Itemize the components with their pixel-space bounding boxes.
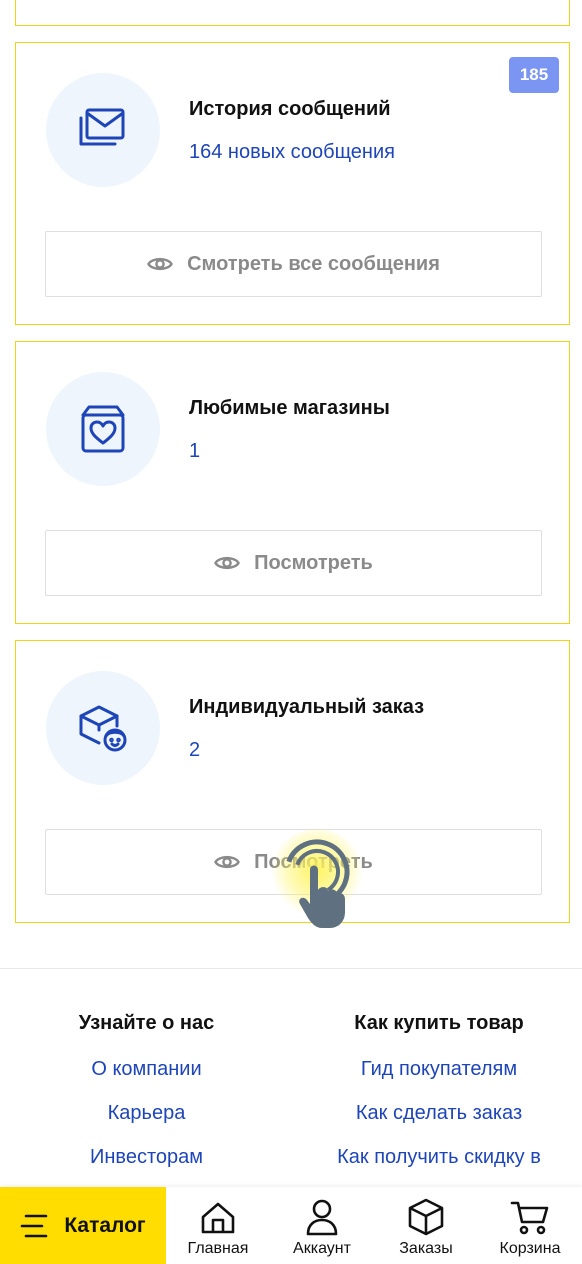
- messages-icon-circle: [46, 73, 160, 187]
- nav-orders[interactable]: Заказы: [374, 1187, 478, 1264]
- favorite-store-icon-circle: [46, 372, 160, 486]
- footer-link-careers[interactable]: Карьера: [15, 1102, 278, 1134]
- messages-icon: [79, 108, 125, 146]
- footer-about-column: Узнайте о нас О компании Карьера Инвесто…: [15, 1012, 278, 1178]
- view-favorite-stores-button[interactable]: Посмотреть: [45, 530, 542, 596]
- custom-order-icon: [79, 705, 127, 752]
- custom-order-card: Индивидуальный заказ 2 Посмотреть: [15, 640, 570, 923]
- view-custom-orders-button[interactable]: Посмотреть: [45, 829, 542, 895]
- footer-link-buyer-guide[interactable]: Гид покупателям: [298, 1058, 580, 1090]
- home-icon: [201, 1202, 235, 1234]
- user-icon: [306, 1199, 338, 1236]
- eye-icon: [214, 855, 241, 869]
- previous-card: [15, 0, 570, 26]
- eye-icon: [214, 556, 241, 570]
- footer-divider: [0, 968, 582, 969]
- message-count-badge: 185: [509, 57, 559, 93]
- button-label: Посмотреть: [254, 850, 373, 873]
- menu-icon: [21, 1214, 48, 1237]
- card-title: Индивидуальный заказ: [189, 696, 425, 718]
- nav-cart[interactable]: Корзина: [478, 1187, 582, 1264]
- footer-link-discount[interactable]: Как получить скидку в: [298, 1146, 580, 1178]
- catalog-button[interactable]: Каталог: [0, 1187, 166, 1264]
- view-all-messages-button[interactable]: Смотреть все сообщения: [45, 231, 542, 297]
- nav-label: Главная: [187, 1240, 249, 1257]
- button-label: Посмотреть: [254, 551, 373, 574]
- footer-link-investors[interactable]: Инвесторам: [15, 1146, 278, 1178]
- custom-order-icon-circle: [46, 671, 160, 785]
- messages-card: История сообщений 164 новых сообщения 18…: [15, 42, 570, 325]
- nav-label: Корзина: [499, 1240, 561, 1257]
- footer-link-how-to-order[interactable]: Как сделать заказ: [298, 1102, 580, 1134]
- card-title: История сообщений: [189, 98, 391, 120]
- cart-icon: [510, 1201, 549, 1235]
- footer-how-to-buy-column: Как купить товар Гид покупателям Как сде…: [298, 1012, 580, 1178]
- footer-link-company[interactable]: О компании: [15, 1058, 278, 1090]
- footer-heading: Узнайте о нас: [78, 1012, 215, 1034]
- card-subtitle[interactable]: 2: [189, 739, 200, 762]
- card-subtitle[interactable]: 164 новых сообщения: [189, 141, 395, 164]
- favorite-store-icon: [81, 405, 125, 453]
- card-subtitle[interactable]: 1: [189, 440, 200, 463]
- nav-label: Заказы: [399, 1240, 453, 1257]
- footer-heading: Как купить товар: [354, 1012, 524, 1034]
- favorite-stores-card: Любимые магазины 1 Посмотреть: [15, 341, 570, 624]
- button-label: Смотреть все сообщения: [187, 252, 440, 275]
- nav-account[interactable]: Аккаунт: [270, 1187, 374, 1264]
- eye-icon: [147, 257, 173, 271]
- box-icon: [408, 1198, 444, 1236]
- catalog-label: Каталог: [64, 1213, 146, 1237]
- bottom-nav: Каталог Главная Аккаунт Заказы Корзина: [0, 1187, 582, 1264]
- card-title: Любимые магазины: [189, 397, 390, 419]
- nav-label: Аккаунт: [293, 1240, 351, 1257]
- nav-home[interactable]: Главная: [166, 1187, 270, 1264]
